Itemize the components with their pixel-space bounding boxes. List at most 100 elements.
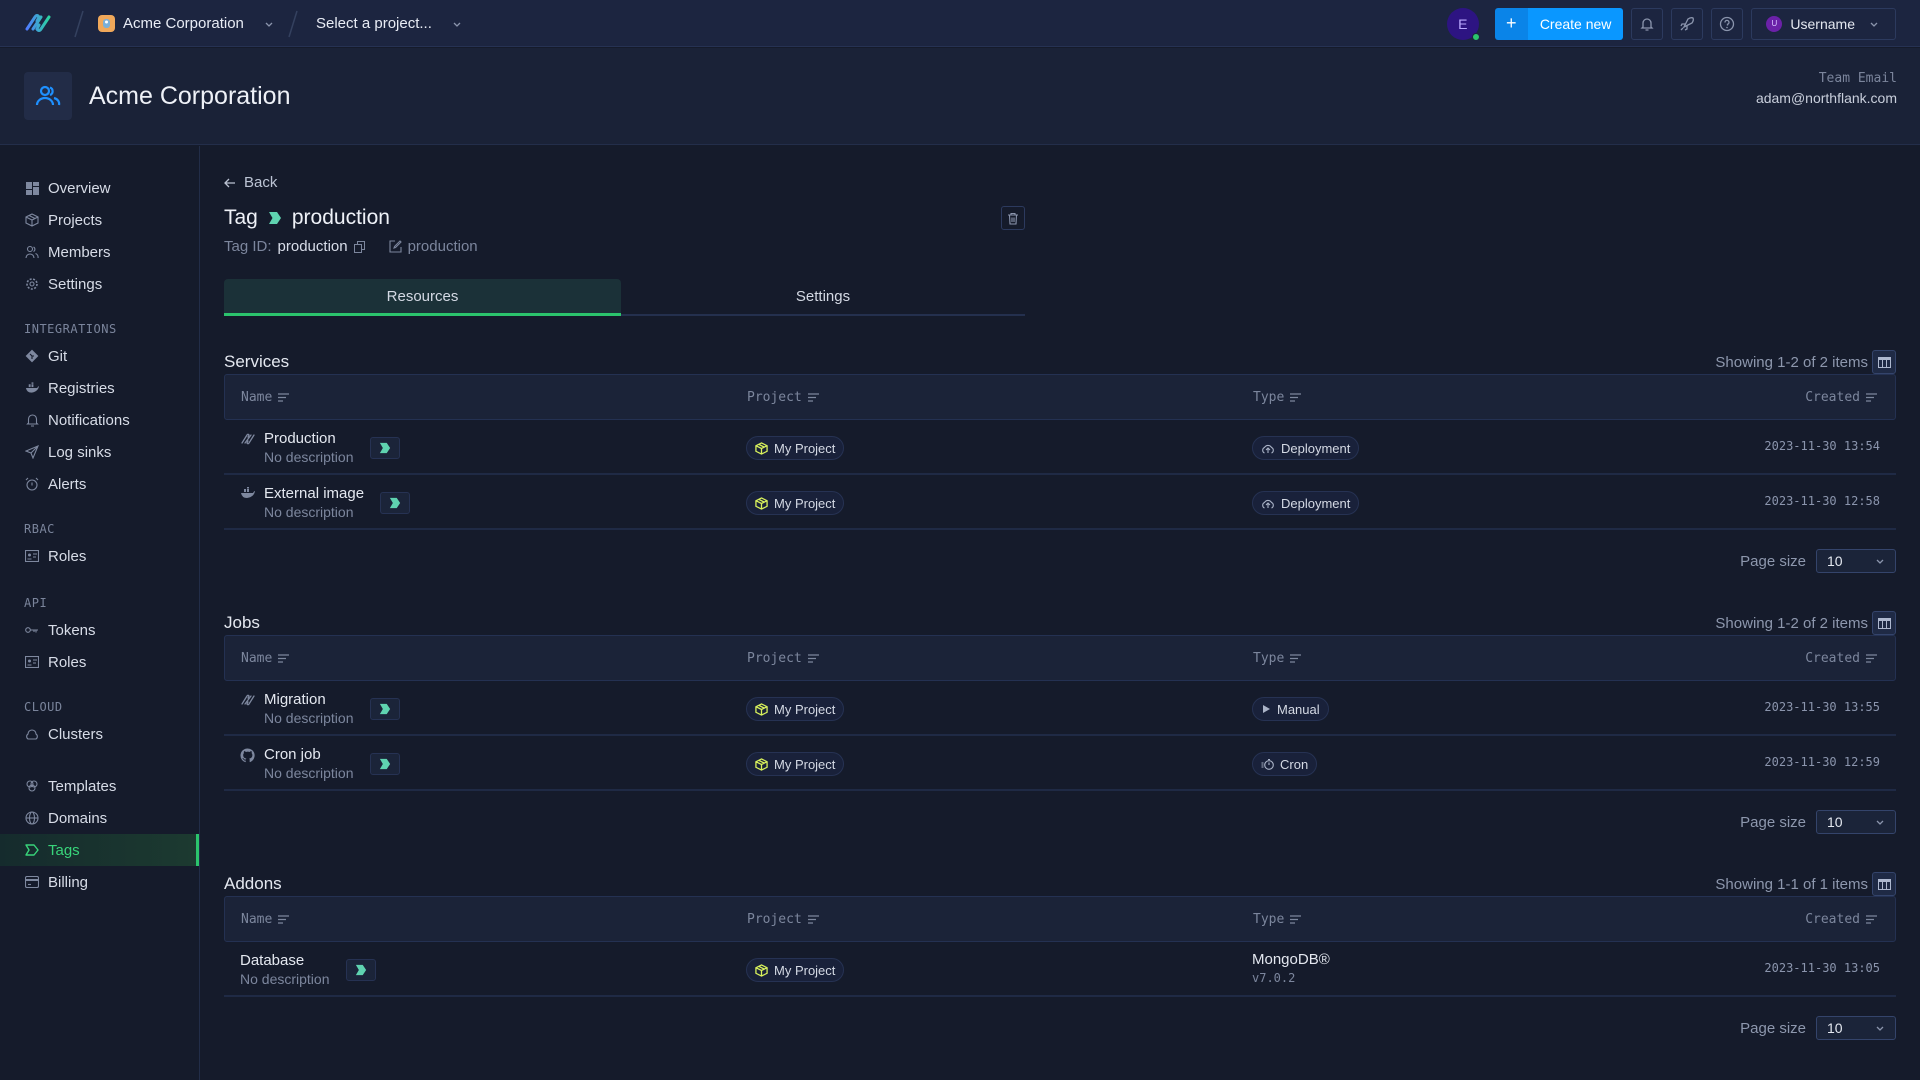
plus-icon: +	[1494, 7, 1528, 40]
sidebar-item-templates[interactable]: Templates	[0, 770, 199, 802]
job-description: No description	[264, 765, 354, 781]
project-pill[interactable]: My Project	[746, 752, 845, 776]
edit-icon[interactable]	[389, 240, 402, 253]
table-header: Name Project Type Created	[224, 896, 1896, 942]
sidebar-item-git[interactable]: Git	[0, 340, 199, 372]
sidebar-section-integrations: INTEGRATIONS	[24, 322, 117, 336]
chevron-down-icon	[1875, 1023, 1885, 1033]
user-menu-button[interactable]: U Username	[1751, 7, 1896, 40]
column-header-project[interactable]: Project	[747, 636, 819, 680]
box-icon	[25, 213, 39, 227]
github-icon	[240, 748, 256, 763]
addon-version: v7.0.2	[1252, 971, 1296, 985]
tag-chip[interactable]	[369, 753, 400, 775]
bell-icon	[25, 413, 39, 427]
tag-chip[interactable]	[345, 959, 376, 981]
sidebar-item-projects[interactable]: Projects	[0, 204, 199, 236]
column-header-project[interactable]: Project	[747, 897, 819, 941]
northflank-logo-icon[interactable]	[24, 12, 52, 34]
sidebar-item-billing[interactable]: Billing	[0, 866, 199, 898]
column-header-name[interactable]: Name	[241, 375, 290, 419]
page-size-select[interactable]: 10	[1816, 549, 1896, 573]
tag-chip[interactable]	[369, 698, 400, 720]
service-name[interactable]: External image	[264, 485, 364, 503]
table-row[interactable]: Cron job No description My Project Cron 2…	[224, 736, 1896, 791]
column-settings-button[interactable]	[1872, 872, 1896, 896]
service-name[interactable]: Production	[264, 430, 354, 448]
sidebar-item-notifications[interactable]: Notifications	[0, 404, 199, 436]
table-row[interactable]: Production No description My Project Depl…	[224, 420, 1896, 475]
column-header-created[interactable]: Created	[1805, 375, 1877, 419]
project-selector[interactable]: Select a project...	[316, 0, 462, 47]
sidebar-item-log-sinks[interactable]: Log sinks	[0, 436, 199, 468]
team-avatar[interactable]: E	[1446, 7, 1480, 41]
sidebar-item-tags[interactable]: Tags	[0, 834, 199, 866]
project-pill[interactable]: My Project	[746, 697, 845, 721]
created-date: 2023-11-30 13:54	[1764, 439, 1880, 453]
create-new-button[interactable]: + Create new	[1494, 7, 1624, 40]
column-header-created[interactable]: Created	[1805, 636, 1877, 680]
sidebar-item-rbac-roles[interactable]: Roles	[0, 540, 199, 572]
delete-tag-button[interactable]	[1001, 206, 1025, 230]
avatar-initial: E	[1458, 15, 1468, 32]
column-settings-button[interactable]	[1872, 611, 1896, 635]
table-row[interactable]: External image No description My Project …	[224, 475, 1896, 530]
addons-table: Name Project Type Created Database No des…	[224, 896, 1896, 997]
id-card-icon	[25, 655, 39, 669]
sort-icon	[1866, 914, 1877, 924]
sidebar-item-alerts[interactable]: Alerts	[0, 468, 199, 500]
sidebar-item-tokens[interactable]: Tokens	[0, 614, 199, 646]
page-title: Tag production	[224, 206, 390, 230]
project-pill[interactable]: My Project	[746, 491, 845, 515]
column-header-type[interactable]: Type	[1253, 897, 1302, 941]
trash-icon	[1007, 212, 1019, 225]
breadcrumb-separator	[74, 10, 84, 38]
column-header-name[interactable]: Name	[241, 636, 290, 680]
page-size-select[interactable]: 10	[1816, 1016, 1896, 1040]
column-label: Project	[747, 650, 802, 666]
project-pill[interactable]: My Project	[746, 436, 845, 460]
sidebar-item-label: Git	[48, 347, 68, 365]
column-header-type[interactable]: Type	[1253, 375, 1302, 419]
copy-icon[interactable]	[353, 240, 365, 253]
column-header-name[interactable]: Name	[241, 897, 290, 941]
job-name[interactable]: Cron job	[264, 746, 354, 764]
column-header-created[interactable]: Created	[1805, 897, 1877, 941]
help-button[interactable]	[1711, 7, 1744, 40]
tag-color-icon	[268, 211, 282, 225]
sidebar-item-label: Roles	[48, 547, 87, 565]
org-selector[interactable]: Acme Corporation	[98, 0, 274, 47]
deploy-button[interactable]	[1671, 7, 1704, 40]
sidebar-item-api-roles[interactable]: Roles	[0, 646, 199, 678]
sidebar-item-members[interactable]: Members	[0, 236, 199, 268]
project-label: My Project	[774, 495, 836, 511]
column-header-type[interactable]: Type	[1253, 636, 1302, 680]
sidebar-item-overview[interactable]: Overview	[0, 172, 199, 204]
job-name[interactable]: Migration	[264, 691, 354, 709]
notifications-button[interactable]	[1631, 7, 1664, 40]
addon-type: MongoDB® v7.0.2	[1252, 951, 1330, 987]
sidebar-item-settings[interactable]: Settings	[0, 268, 199, 300]
type-label: Deployment	[1281, 495, 1351, 511]
table-row[interactable]: Database No description My Project MongoD…	[224, 942, 1896, 997]
tab-settings[interactable]: Settings	[621, 279, 1025, 316]
tag-color-icon	[379, 703, 391, 715]
tag-chip[interactable]	[380, 492, 411, 514]
tag-chip[interactable]	[369, 437, 400, 459]
team-name-heading: Acme Corporation	[89, 82, 291, 110]
addon-name[interactable]: Database	[240, 952, 330, 970]
table-row[interactable]: Migration No description My Project Manua…	[224, 681, 1896, 736]
sidebar-item-clusters[interactable]: Clusters	[0, 718, 199, 750]
column-header-project[interactable]: Project	[747, 375, 819, 419]
sidebar-item-domains[interactable]: Domains	[0, 802, 199, 834]
online-status-dot	[1471, 32, 1480, 41]
sidebar-item-registries[interactable]: Registries	[0, 372, 199, 404]
back-link[interactable]: Back	[224, 174, 277, 191]
columns-icon	[1877, 356, 1891, 368]
sidebar-item-label: Templates	[48, 777, 117, 795]
tab-resources[interactable]: Resources	[224, 279, 621, 316]
service-description: No description	[264, 449, 354, 465]
page-size-select[interactable]: 10	[1816, 810, 1896, 834]
column-settings-button[interactable]	[1872, 350, 1896, 374]
project-pill[interactable]: My Project	[746, 958, 845, 982]
